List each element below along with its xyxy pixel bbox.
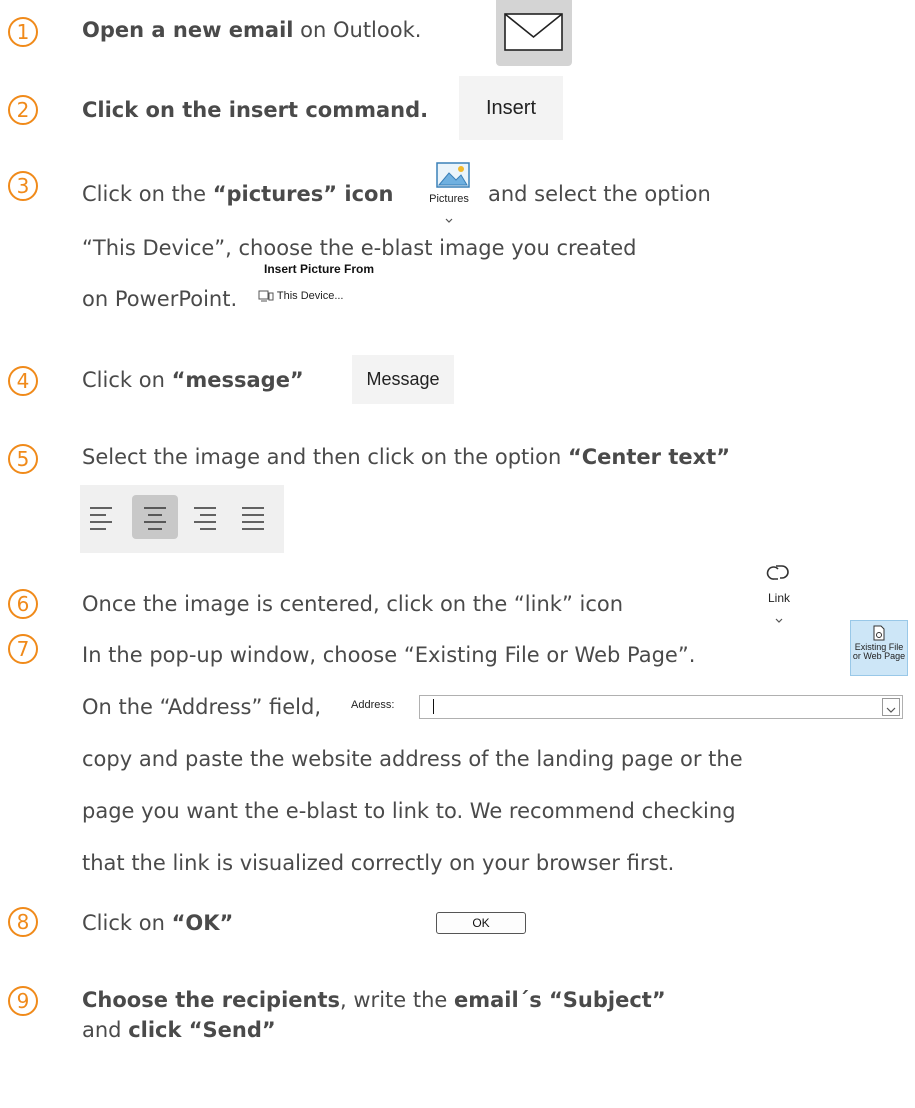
chevron-down-icon [886,707,896,713]
step-number-7: 7 [8,634,38,664]
alignment-toolbar [80,485,284,553]
chevron-down-icon [445,218,453,223]
align-right-icon [194,507,216,530]
step-1-rest: on Outlook. [293,18,422,42]
address-input[interactable] [419,695,903,719]
message-tab[interactable]: Message [352,355,454,404]
step-7-line-3: copy and paste the website address of th… [82,747,743,771]
step-3-line-3: on PowerPoint. [82,287,238,311]
step-2-text: Click on the insert command. [82,96,428,124]
step-number-3: 3 [8,171,38,201]
step-7-line-4: page you want the e-blast to link to. We… [82,799,736,823]
step-2-bold: Click on the insert command. [82,98,429,122]
step-1-text: Open a new email on Outlook. [82,16,421,44]
insert-tab[interactable]: Insert [459,76,563,140]
step-9-bold-2: email´s “Subject” [454,988,666,1012]
step-3-bold: “pictures” icon [212,182,394,206]
address-label: Address: [351,699,395,711]
pictures-button[interactable]: Pictures [424,162,474,223]
this-device-option[interactable]: This Device... [258,290,344,302]
link-button[interactable]: Link [754,560,804,626]
step-8-text: Click on “OK” [82,909,233,937]
step-number-6: 6 [8,589,38,619]
step-7-line-1: In the pop-up window, choose “Existing F… [82,643,696,667]
step-9-bold-1: Choose the recipients [82,988,341,1012]
chevron-down-icon [775,618,783,623]
step-3-post: and select the option [488,182,711,206]
step-3-line-2: “This Device”, choose the e-blast image … [82,236,637,260]
step-number-2: 2 [8,95,38,125]
existing-file-label-2: or Web Page [852,651,906,661]
align-center-button[interactable] [132,495,178,539]
step-1-bold: Open a new email [82,18,294,42]
step-number-8: 8 [8,907,38,937]
new-email-button[interactable] [496,0,572,66]
existing-file-or-web-page-button[interactable]: Existing File or Web Page [850,620,908,676]
file-icon [873,625,885,641]
step-4-bold: “message” [171,368,304,392]
justify-icon [242,507,264,530]
insert-picture-from-label: Insert Picture From [264,262,375,276]
step-8-pre: Click on [82,911,172,935]
step-number-4: 4 [8,366,38,396]
address-dropdown-button[interactable] [882,698,900,716]
step-3-line-1: Click on the “pictures” icon [82,180,393,208]
device-icon [258,290,274,302]
step-number-9: 9 [8,986,38,1016]
picture-icon [436,162,470,188]
step-7-line-2: On the “Address” field, [82,695,321,719]
step-9-mid: , write the [340,988,454,1012]
envelope-icon [504,13,563,51]
step-5-bold: “Center text” [567,445,730,469]
step-7-line-5: that the link is visualized correctly on… [82,851,675,875]
step-number-5: 5 [8,444,38,474]
align-left-icon [90,507,112,530]
step-4-text: Click on “message” [82,366,304,394]
link-label: Link [767,591,790,605]
step-4-pre: Click on [82,368,172,392]
text-cursor [433,699,434,714]
step-9-line-2: and click “Send” [82,1016,276,1044]
step-9-line-1: Choose the recipients, write the email´s… [82,986,666,1014]
align-center-icon [144,507,166,530]
step-5-pre: Select the image and then click on the o… [82,445,568,469]
step-5-text: Select the image and then click on the o… [82,443,730,471]
step-9-and: and [82,1018,129,1042]
justify-button[interactable] [230,495,276,539]
align-left-button[interactable] [82,495,128,539]
step-number-1: 1 [8,17,38,47]
step-3-pre: Click on the [82,182,213,206]
this-device-label: This Device... [276,290,344,302]
step-6-text: Once the image is centered, click on the… [82,592,624,616]
link-icon [766,565,789,580]
step-8-bold: “OK” [171,911,234,935]
step-9-bold-3: click “Send” [128,1018,276,1042]
ok-button[interactable]: OK [436,912,526,934]
align-right-button[interactable] [182,495,228,539]
pictures-label: Pictures [429,193,469,205]
